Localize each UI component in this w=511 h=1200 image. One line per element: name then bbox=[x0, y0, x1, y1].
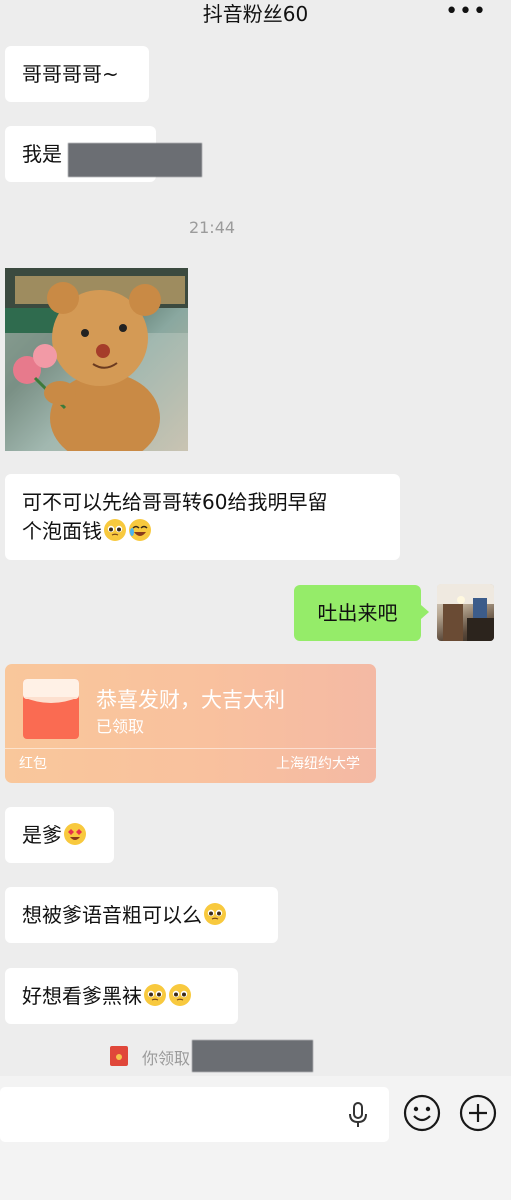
message-text: 哥哥哥哥~ bbox=[22, 62, 119, 86]
chat-header: 抖音粉丝60 ••• bbox=[0, 0, 511, 28]
incoming-message[interactable]: 好想看爹黑袜 bbox=[5, 968, 238, 1024]
image-message[interactable] bbox=[5, 268, 188, 451]
message-text-line: 个泡面钱 bbox=[22, 517, 383, 546]
system-notice-text: 你领取 bbox=[142, 1049, 191, 1068]
input-bar bbox=[0, 1076, 511, 1200]
emoji-face-icon[interactable] bbox=[403, 1094, 441, 1132]
message-text: 好想看爹黑袜 bbox=[22, 984, 142, 1008]
red-packet-title: 恭喜发财，大吉大利 bbox=[96, 688, 285, 712]
message-text: 想被爹语音粗可以么 bbox=[22, 903, 202, 927]
chat-title: 抖音粉丝60 bbox=[202, 2, 309, 26]
incoming-message[interactable]: 想被爹语音粗可以么 bbox=[5, 887, 278, 943]
pleading-face-icon bbox=[204, 903, 226, 925]
pleading-face-icon bbox=[144, 984, 166, 1006]
red-packet-status: 已领取 bbox=[96, 717, 145, 736]
message-text: 我是 bbox=[22, 142, 62, 166]
plus-icon[interactable] bbox=[459, 1094, 497, 1132]
more-options-icon[interactable]: ••• bbox=[445, 0, 487, 24]
message-text: 吐出来吧 bbox=[317, 601, 398, 625]
censor-block bbox=[192, 1040, 313, 1072]
red-envelope-icon bbox=[23, 679, 79, 739]
pleading-face-icon bbox=[169, 984, 191, 1006]
censor-block bbox=[68, 143, 202, 177]
message-text-line: 可不可以先给哥哥转60给我明早留 bbox=[22, 490, 328, 514]
red-envelope-icon bbox=[110, 1046, 128, 1066]
divider bbox=[5, 748, 376, 749]
message-text: 个泡面钱 bbox=[22, 519, 102, 543]
incoming-message[interactable]: 可不可以先给哥哥转60给我明早留 个泡面钱 bbox=[5, 474, 400, 560]
crying-laughing-icon bbox=[129, 519, 151, 541]
outgoing-message[interactable]: 吐出来吧 bbox=[294, 585, 429, 641]
teddy-bear-photo bbox=[5, 268, 188, 451]
red-packet-card[interactable]: 恭喜发财，大吉大利 已领取 红包 上海纽约大学 bbox=[5, 664, 376, 783]
incoming-message[interactable]: 是爹 bbox=[5, 807, 114, 863]
avatar-image bbox=[437, 584, 494, 641]
message-input[interactable] bbox=[0, 1087, 389, 1142]
heart-eyes-icon bbox=[64, 823, 86, 845]
red-packet-organization: 上海纽约大学 bbox=[276, 756, 360, 772]
incoming-message[interactable]: 哥哥哥哥~ bbox=[5, 46, 149, 102]
microphone-icon[interactable] bbox=[347, 1102, 369, 1128]
avatar[interactable] bbox=[437, 584, 494, 641]
pleading-face-icon bbox=[104, 519, 126, 541]
red-packet-type: 红包 bbox=[19, 756, 47, 772]
timestamp: 21:44 bbox=[188, 218, 236, 237]
message-text: 是爹 bbox=[22, 823, 62, 847]
